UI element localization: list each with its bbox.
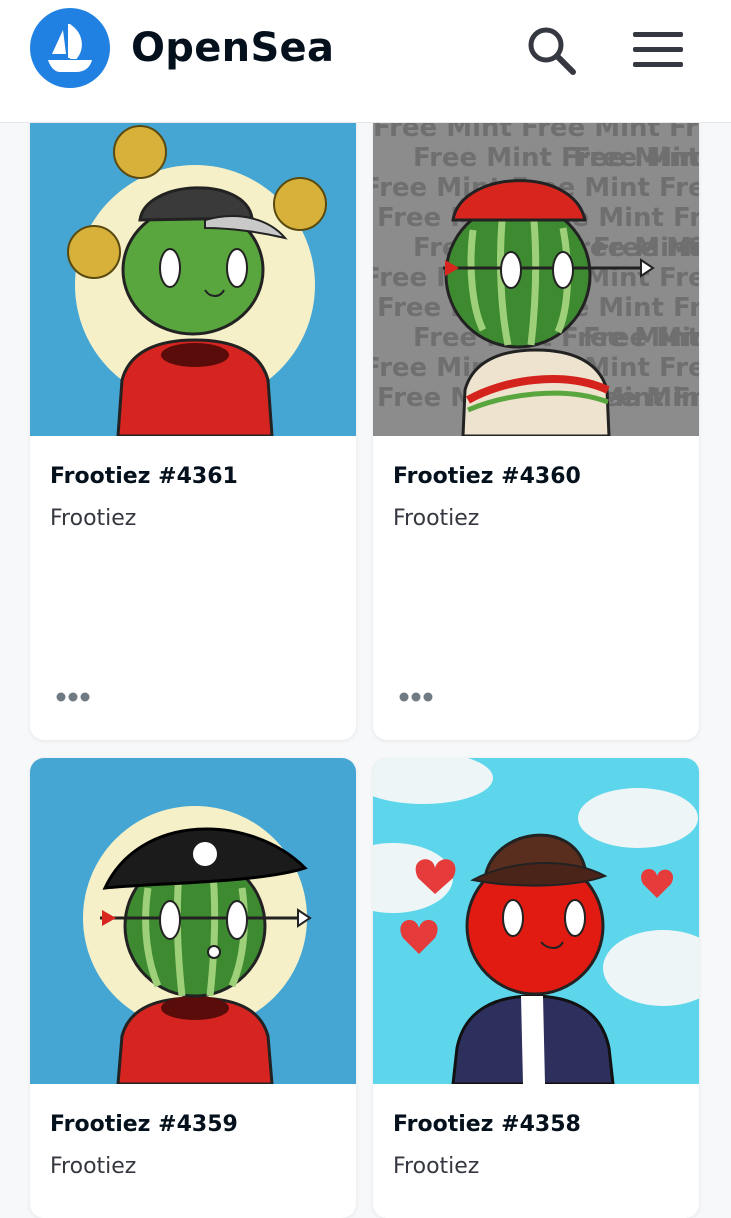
- search-icon[interactable]: [523, 22, 579, 78]
- collection-name[interactable]: Frootiez: [393, 506, 479, 531]
- brand-name[interactable]: OpenSea: [131, 24, 334, 72]
- top-header: OpenSea: [0, 0, 731, 123]
- nft-title[interactable]: Frootiez #4361: [50, 464, 238, 489]
- nft-title[interactable]: Frootiez #4360: [393, 464, 581, 489]
- more-options-icon[interactable]: [54, 689, 94, 703]
- collection-name[interactable]: Frootiez: [50, 1154, 136, 1179]
- opensea-logo-icon[interactable]: [30, 8, 110, 88]
- collection-name[interactable]: Frootiez: [50, 506, 136, 531]
- nft-card[interactable]: Free Mint Free Mint Free Mint Free Mint …: [373, 110, 699, 740]
- nft-title[interactable]: Frootiez #4358: [393, 1112, 581, 1137]
- nft-card[interactable]: Frootiez #4358 Frootiez: [373, 758, 699, 1218]
- collection-name[interactable]: Frootiez: [393, 1154, 479, 1179]
- more-options-icon[interactable]: [397, 689, 437, 703]
- hamburger-menu-icon[interactable]: [630, 22, 686, 78]
- svg-text:Free Mint Free Mint Free Mint: Free Mint Free Mint Free Mint Free Mint: [573, 143, 699, 173]
- nft-image[interactable]: Free Mint Free Mint Free Mint Free Mint …: [373, 110, 699, 438]
- nft-image[interactable]: [30, 110, 356, 438]
- nft-card[interactable]: Frootiez #4359 Frootiez: [30, 758, 356, 1218]
- nft-card[interactable]: Frootiez #4361 Frootiez: [30, 110, 356, 740]
- nft-image[interactable]: [373, 758, 699, 1086]
- nft-image[interactable]: [30, 758, 356, 1086]
- svg-text:Free Mint Free Mint Free Mint: Free Mint Free Mint Free Mint Free Mint: [583, 323, 699, 353]
- nft-title[interactable]: Frootiez #4359: [50, 1112, 238, 1137]
- svg-text:Free Mint Free Mint Free Mint: Free Mint Free Mint Free Mint Free Mint: [593, 233, 699, 263]
